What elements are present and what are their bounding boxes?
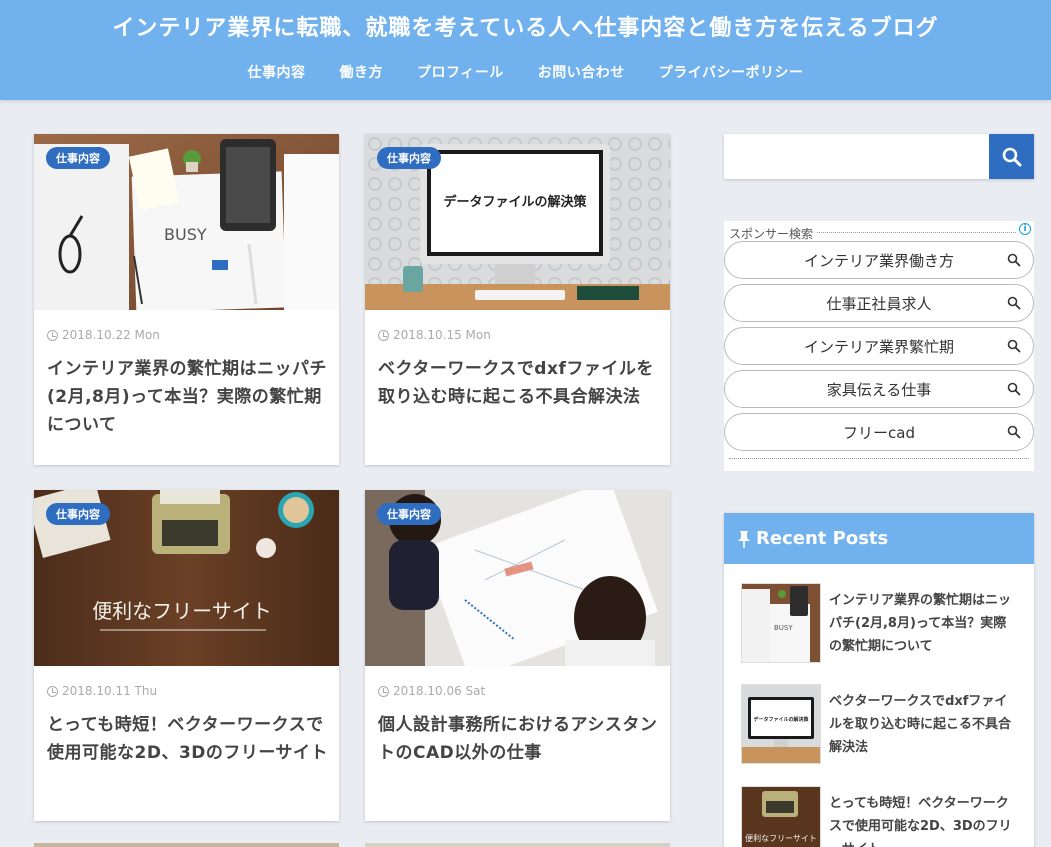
info-icon[interactable]: i: [1019, 223, 1031, 235]
post-card-partial[interactable]: [365, 843, 670, 847]
ad-search-item[interactable]: 家具伝える仕事: [724, 370, 1034, 408]
nav-item-work[interactable]: 仕事内容: [231, 62, 323, 82]
post-card[interactable]: 便利なフリーサイト 仕事内容 2018.10.11 Thu とっても時短！ベクタ…: [34, 490, 339, 821]
search-icon: [1007, 296, 1021, 310]
monitor-image: データファイルの解決策: [742, 685, 820, 763]
post-date-text: 2018.10.22 Mon: [62, 328, 160, 342]
category-badge[interactable]: 仕事内容: [46, 503, 110, 525]
search-icon: [1002, 147, 1021, 166]
recent-post-title[interactable]: とっても時短！ベクターワークスで使用可能な2D、3Dのフリーサイト: [829, 792, 1019, 847]
post-date-text: 2018.10.06 Sat: [393, 684, 486, 698]
post-date-text: 2018.10.11 Thu: [62, 684, 158, 698]
ad-search-item[interactable]: 仕事正社員求人: [724, 284, 1034, 322]
post-title[interactable]: とっても時短！ベクターワークスで使用可能な2D、3Dのフリーサイト: [47, 711, 329, 767]
clock-icon: [378, 685, 389, 697]
ad-search-item[interactable]: インテリア業界働き方: [724, 241, 1034, 279]
ad-divider: [729, 458, 1029, 459]
post-date-text: 2018.10.15 Mon: [393, 328, 491, 342]
nav-item-contact[interactable]: お問い合わせ: [521, 62, 642, 82]
site-header: インテリア業界に転職、就職を考えている人へ仕事内容と働き方を伝えるブログ 仕事内…: [0, 0, 1051, 100]
sponsored-search: スポンサー検索 i インテリア業界働き方 仕事正社員求人 インテリア業界繁忙期 …: [724, 221, 1034, 471]
recent-post-thumbnail[interactable]: 便利なフリーサイト: [742, 787, 820, 847]
ad-search-item-label: インテリア業界働き方: [803, 251, 954, 270]
main-nav: 仕事内容 働き方 プロフィール お問い合わせ プライバシーポリシー: [0, 62, 1051, 82]
post-title[interactable]: 個人設計事務所におけるアシスタントのCAD以外の仕事: [378, 711, 660, 767]
pin-icon: [738, 530, 750, 548]
category-badge[interactable]: 仕事内容: [46, 147, 110, 169]
post-date: 2018.10.22 Mon: [47, 328, 160, 342]
ad-label: スポンサー検索: [729, 225, 817, 242]
typewriter-image: 便利なフリーサイト: [742, 787, 820, 847]
post-date: 2018.10.15 Mon: [378, 328, 491, 342]
clock-icon: [378, 329, 389, 341]
recent-post-thumbnail[interactable]: データファイルの解決策: [742, 685, 820, 763]
busy-image-text: BUSY: [774, 624, 793, 632]
nav-item-privacy[interactable]: プライバシーポリシー: [642, 62, 821, 82]
desk-busy-image: BUSY: [742, 584, 820, 662]
ad-search-item-label: フリーcad: [843, 423, 915, 442]
recent-post-thumbnail[interactable]: BUSY: [742, 584, 820, 662]
search-icon: [1007, 382, 1021, 396]
nav-item-profile[interactable]: プロフィール: [400, 62, 521, 82]
clock-icon: [47, 685, 58, 697]
post-card[interactable]: 仕事内容 2018.10.06 Sat 個人設計事務所におけるアシスタントのCA…: [365, 490, 670, 821]
category-badge[interactable]: 仕事内容: [377, 503, 441, 525]
recent-post-item[interactable]: データファイルの解決策 ベクターワークスでdxfファイルを取り込む時に起こる不具…: [742, 685, 1022, 765]
ad-search-item[interactable]: フリーcad: [724, 413, 1034, 451]
post-thumbnail[interactable]: BUSY 仕事内容: [34, 134, 339, 310]
recent-post-title[interactable]: インテリア業界の繁忙期はニッパチ(2月,8月)って本当？実際の繁忙期について: [829, 589, 1019, 658]
ad-search-item[interactable]: インテリア業界繁忙期: [724, 327, 1034, 365]
post-date: 2018.10.06 Sat: [378, 684, 485, 698]
typewriter-image-text: 便利なフリーサイト: [745, 833, 817, 843]
post-thumbnail[interactable]: 便利なフリーサイト 仕事内容: [34, 490, 339, 666]
nav-item-workstyle[interactable]: 働き方: [323, 62, 401, 82]
post-title[interactable]: インテリア業界の繁忙期はニッパチ(2月,8月)って本当？実際の繁忙期について: [47, 355, 329, 439]
recent-post-title[interactable]: ベクターワークスでdxfファイルを取り込む時に起こる不具合解決法: [829, 690, 1019, 759]
category-badge[interactable]: 仕事内容: [377, 147, 441, 169]
recent-posts: Recent Posts BUSY インテリア業界の繁忙期はニッパチ(2月,8月…: [724, 513, 1034, 847]
recent-post-item[interactable]: BUSY インテリア業界の繁忙期はニッパチ(2月,8月)って本当？実際の繁忙期に…: [742, 584, 1022, 664]
monitor-image-text: データファイルの解決策: [753, 716, 809, 723]
search-input[interactable]: [724, 134, 989, 179]
ad-search-item-label: 家具伝える仕事: [826, 380, 932, 399]
post-card[interactable]: データファイルの解決策 仕事内容 2018.10.15 Mon ベクターワークス…: [365, 134, 670, 465]
monitor-image-text: データファイルの解決策: [443, 194, 587, 210]
post-thumbnail[interactable]: データファイルの解決策 仕事内容: [365, 134, 670, 310]
recent-posts-heading: Recent Posts: [724, 513, 1034, 564]
recent-posts-heading-text: Recent Posts: [756, 528, 889, 549]
ad-search-item-label: 仕事正社員求人: [826, 294, 932, 313]
site-title[interactable]: インテリア業界に転職、就職を考えている人へ仕事内容と働き方を伝えるブログ: [0, 10, 1051, 42]
post-title[interactable]: ベクターワークスでdxfファイルを取り込む時に起こる不具合解決法: [378, 355, 660, 411]
search-button[interactable]: [989, 134, 1034, 179]
post-thumbnail[interactable]: 仕事内容: [365, 490, 670, 666]
sidebar-search: [724, 134, 1034, 179]
search-icon: [1007, 253, 1021, 267]
post-date: 2018.10.11 Thu: [47, 684, 157, 698]
search-icon: [1007, 339, 1021, 353]
clock-icon: [47, 329, 58, 341]
post-card-partial[interactable]: [34, 843, 339, 847]
ad-search-item-label: インテリア業界繁忙期: [803, 337, 954, 356]
recent-post-item[interactable]: 便利なフリーサイト とっても時短！ベクターワークスで使用可能な2D、3Dのフリー…: [742, 787, 1022, 847]
typewriter-image-text: 便利なフリーサイト: [92, 599, 272, 623]
busy-image-text: BUSY: [164, 225, 207, 244]
search-icon: [1007, 425, 1021, 439]
post-card[interactable]: BUSY 仕事内容 2018.10.22 Mon インテリア業界の繁忙期はニッパ…: [34, 134, 339, 465]
